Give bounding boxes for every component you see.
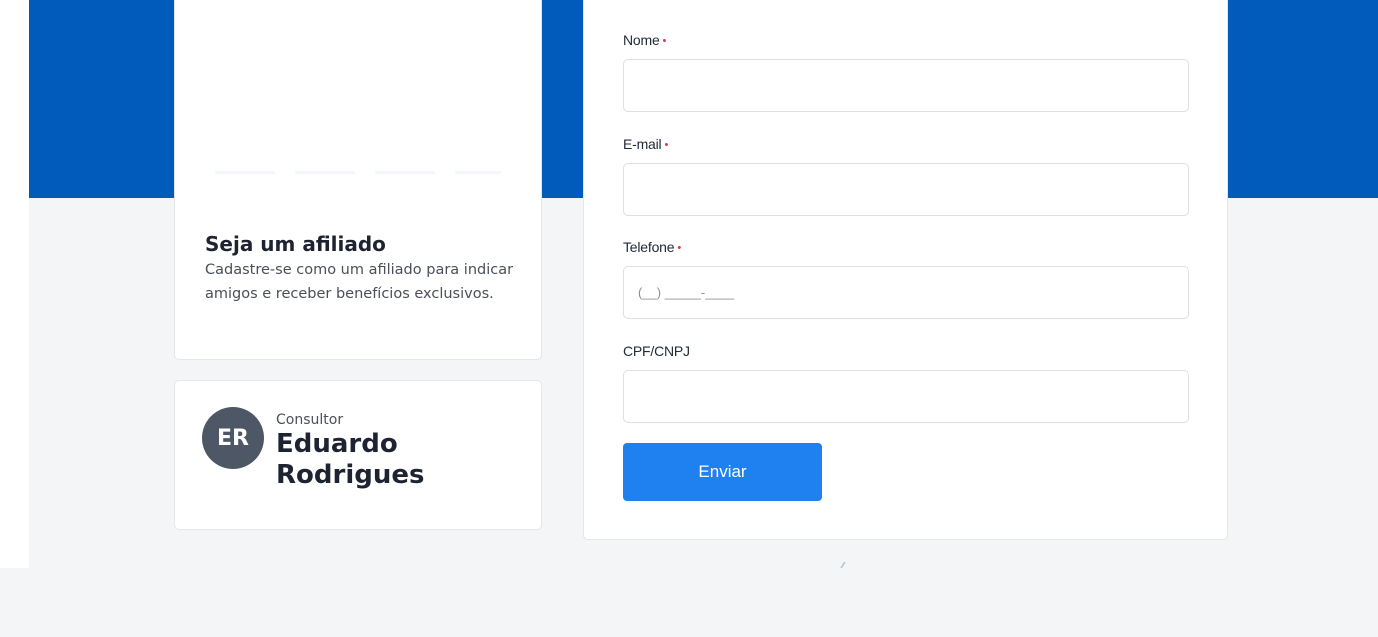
required-marker: • <box>662 35 667 47</box>
consultant-info: Consultor Eduardo Rodrigues <box>276 411 446 491</box>
signup-form: Nome• E-mail• Telefone• CPF/CNPJ Enviar <box>583 0 1228 540</box>
consultant-card: ER Consultor Eduardo Rodrigues <box>174 380 542 530</box>
name-field[interactable] <box>623 59 1189 112</box>
email-field[interactable] <box>623 163 1189 216</box>
required-marker: • <box>664 139 669 151</box>
phone-label: Telefone • <box>623 239 681 255</box>
name-label: Nome • <box>623 32 666 48</box>
affiliate-description: Cadastre-se como um afiliado para indica… <box>205 262 514 302</box>
required-marker: • <box>677 242 681 254</box>
consultant-role: Consultor <box>276 412 344 428</box>
affiliate-image-card <box>174 0 542 200</box>
affiliate-title: Seja um afiliado <box>205 232 386 256</box>
page-bottom-background <box>0 568 1378 637</box>
email-label-text: E-mail <box>623 136 662 152</box>
submit-button[interactable]: Enviar <box>623 443 822 501</box>
phone-field[interactable] <box>623 266 1189 319</box>
image-placeholder <box>215 171 501 174</box>
document-label: CPF/CNPJ <box>623 343 690 359</box>
name-label-text: Nome <box>623 32 660 48</box>
document-label-text: CPF/CNPJ <box>623 343 690 359</box>
email-label: E-mail • <box>623 136 668 152</box>
consultant-name: Eduardo Rodrigues <box>276 429 425 490</box>
document-field[interactable] <box>623 370 1189 423</box>
phone-label-text: Telefone <box>623 239 675 255</box>
affiliate-info-card: Seja um afiliado Cadastre-se como um afi… <box>174 199 542 360</box>
avatar: ER <box>202 407 264 469</box>
